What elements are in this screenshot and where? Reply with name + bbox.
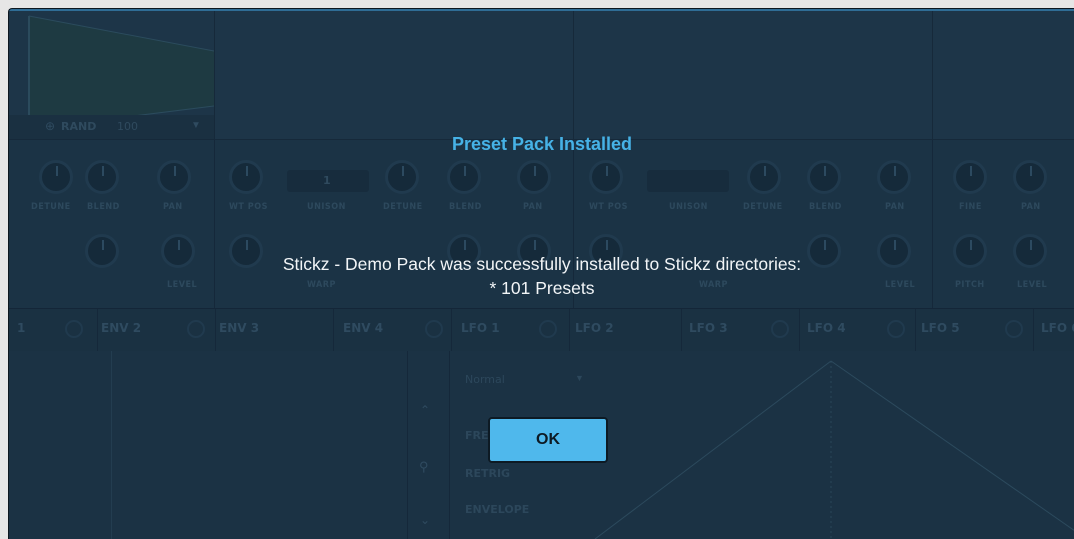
pan-label: PAN [163,202,183,212]
tab-label: LFO 1 [461,321,500,335]
dialog-message-line2: * 101 Presets [489,278,595,298]
unison-label-b: UNISON [669,202,708,212]
rand-label: RAND [61,120,97,133]
ring-icon [425,320,443,338]
dialog-title: Preset Pack Installed [451,134,633,154]
unison-box-b[interactable] [647,170,729,192]
detune-label-b: DETUNE [383,202,423,212]
envelope-graph-panel: ⊕ RAND 100 ▼ [9,11,215,139]
dice-icon: ⊕ [45,119,56,133]
pan-knob-c[interactable] [877,160,911,194]
blend-label-b: BLEND [449,202,482,212]
tab-lfo-5[interactable]: LFO 5 [915,309,1034,351]
dialog-message-line1: Stickz - Demo Pack was successfully inst… [282,254,802,274]
detune-label: DETUNE [31,202,71,212]
blend-knob-c[interactable] [807,160,841,194]
ok-button[interactable]: OK [488,417,608,463]
unison-box[interactable]: 1 [287,170,369,192]
blend-label-c: BLEND [809,202,842,212]
tab-label: LFO 3 [689,321,728,335]
unison-label: UNISON [307,202,346,212]
tab-label: LFO 5 [921,321,960,335]
unison-value: 1 [323,174,331,187]
tab-env-1[interactable]: 1 [9,309,98,351]
fine-knob[interactable] [953,160,987,194]
tab-label: 1 [17,321,26,335]
wt-pos-knob[interactable] [229,160,263,194]
detune-knob-c[interactable] [747,160,781,194]
lfo-mode-select[interactable]: Normal [465,373,505,386]
osc-b-wavetable-panel [574,11,933,139]
tab-lfo-1[interactable]: LFO 1 [451,309,570,351]
ring-icon [1005,320,1023,338]
pan-label-b: PAN [523,202,543,212]
tab-label: LFO 6 [1041,321,1074,335]
pan-knob[interactable] [157,160,191,194]
pan-knob-d[interactable] [1013,160,1047,194]
chevron-down-icon[interactable]: ⌄ [420,513,430,527]
ring-icon [539,320,557,338]
lfo-shape-graph[interactable] [575,351,1074,539]
pan-knob-b[interactable] [517,160,551,194]
lfo-envelope-option[interactable]: ENVELOPE [465,503,529,516]
rand-value[interactable]: 100 [117,120,138,133]
pan-label-c: PAN [885,202,905,212]
tab-env-2[interactable]: ENV 2 [97,309,216,351]
tab-label: ENV 4 [343,321,384,335]
dialog-message: Stickz - Demo Pack was successfully inst… [9,252,1074,300]
tab-env-3[interactable]: ENV 3 [215,309,334,351]
tab-label: ENV 3 [219,321,260,335]
chevron-up-icon[interactable]: ⌃ [420,403,430,417]
fine-label: FINE [959,202,982,212]
blend-knob-b[interactable] [447,160,481,194]
tab-env-4[interactable]: ENV 4 [333,309,452,351]
wt-pos-label: WT POS [229,202,268,212]
tab-lfo-6[interactable]: LFO 6 [1033,309,1074,351]
sub-panel [933,11,1074,139]
lfo-retrig-option[interactable]: RETRIG [465,467,510,480]
tab-label: LFO 2 [575,321,614,335]
blend-knob[interactable] [85,160,119,194]
wt-pos-label-b: WT POS [589,202,628,212]
wt-pos-knob-b[interactable] [589,160,623,194]
modulator-tabs: 1 ENV 2 ENV 3 ENV 4 LFO 1 LFO 2 LFO 3 LF… [9,308,1074,352]
magnifier-icon[interactable]: ⚲ [419,459,429,475]
chevron-down-icon[interactable]: ▼ [191,120,201,131]
detune-knob[interactable] [39,160,73,194]
tab-label: LFO 4 [807,321,846,335]
blend-label: BLEND [87,202,120,212]
ring-icon [771,320,789,338]
tab-label: ENV 2 [101,321,142,335]
osc-a-wavetable-panel [215,11,574,139]
synth-window: ⊕ RAND 100 ▼ 1 DETUNE BLEND PAN WT POS U… [8,8,1074,539]
ring-icon [887,320,905,338]
detune-label-c: DETUNE [743,202,783,212]
detune-knob-b[interactable] [385,160,419,194]
tab-lfo-2[interactable]: LFO 2 [569,309,682,351]
ring-icon [187,320,205,338]
ring-icon [65,320,83,338]
pan-label-d: PAN [1021,202,1041,212]
tab-lfo-4[interactable]: LFO 4 [799,309,916,351]
tab-lfo-3[interactable]: LFO 3 [681,309,800,351]
